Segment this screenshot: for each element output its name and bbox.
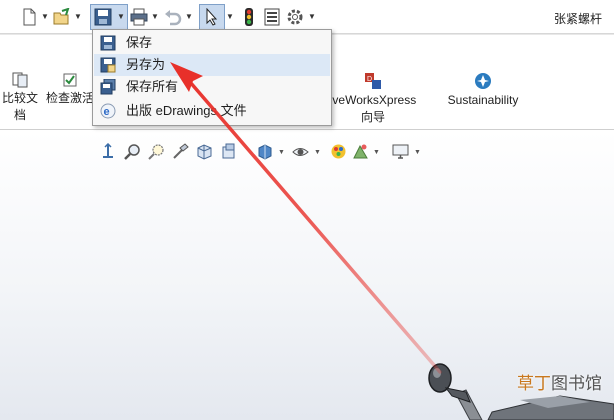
watermark-part1: 草丁	[517, 374, 551, 393]
red-arrow-shaft	[188, 80, 442, 374]
watermark: 草丁图书馆	[517, 369, 602, 394]
red-arrow-head	[170, 62, 203, 92]
watermark-part2: 图书馆	[551, 374, 602, 393]
annotation-overlay	[170, 62, 614, 420]
